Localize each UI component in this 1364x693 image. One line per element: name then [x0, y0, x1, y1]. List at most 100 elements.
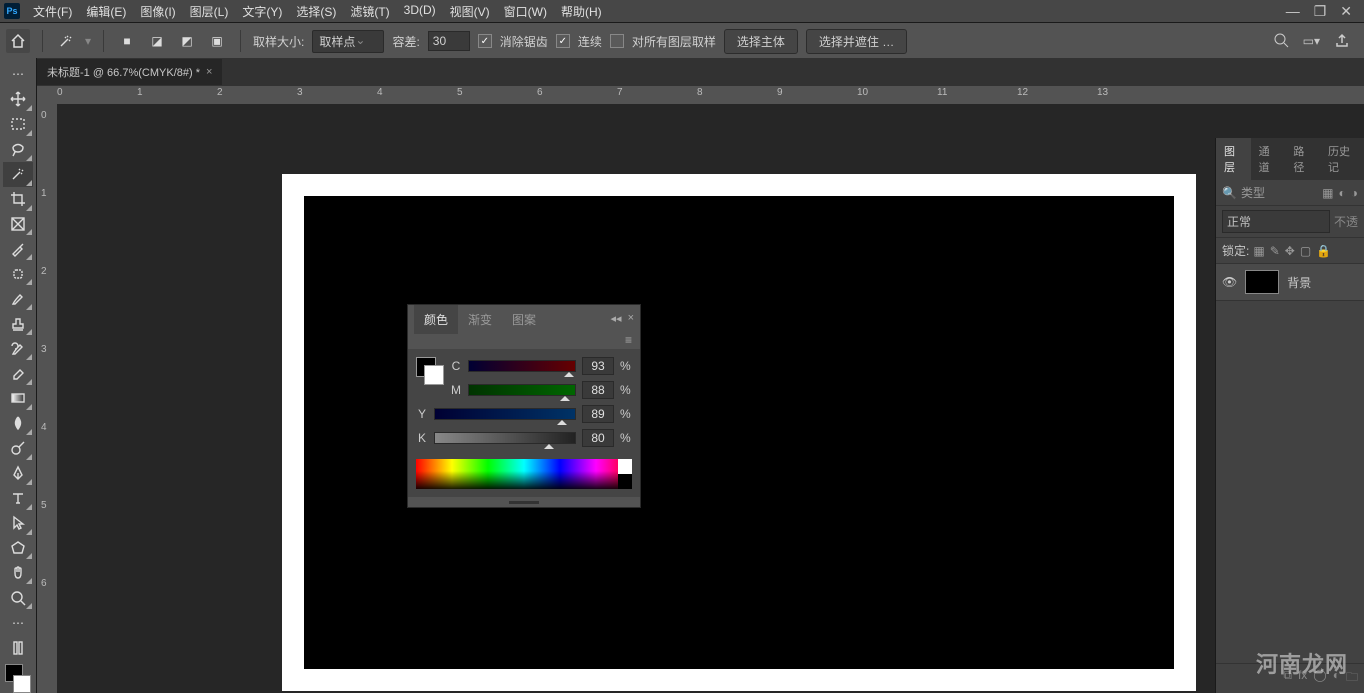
color-spectrum[interactable]: [416, 459, 632, 489]
path-select-tool[interactable]: [3, 511, 33, 536]
healing-tool[interactable]: [3, 261, 33, 286]
lock-pixels-icon[interactable]: ▦: [1253, 244, 1264, 258]
search-icon[interactable]: [1273, 32, 1289, 51]
lasso-tool[interactable]: [3, 137, 33, 162]
menu-item[interactable]: 帮助(H): [554, 3, 609, 20]
antialias-checkbox[interactable]: [478, 34, 492, 48]
panel-tab[interactable]: 图层: [1216, 138, 1251, 180]
layer-fx-icon[interactable]: fx: [1298, 668, 1307, 689]
panel-close-icon[interactable]: ×: [628, 312, 634, 325]
color-panel-tab[interactable]: 图案: [502, 305, 546, 334]
menu-item[interactable]: 窗口(W): [497, 3, 554, 20]
lock-all-icon[interactable]: 🔒: [1316, 244, 1331, 258]
slider-value[interactable]: 88: [582, 381, 614, 399]
slider-value[interactable]: 80: [582, 429, 614, 447]
slider-track[interactable]: [434, 408, 576, 420]
eraser-tool[interactable]: [3, 361, 33, 386]
frame-tool[interactable]: [3, 212, 33, 237]
crop-tool[interactable]: [3, 187, 33, 212]
adjustment-layer-icon[interactable]: ◐: [1333, 668, 1340, 689]
hand-tool[interactable]: [3, 560, 33, 585]
contiguous-checkbox[interactable]: [556, 34, 570, 48]
menu-item[interactable]: 图层(L): [183, 3, 236, 20]
color-panel-tab[interactable]: 颜色: [414, 305, 458, 334]
collapse-icon[interactable]: ⋯: [3, 62, 33, 87]
slider-value[interactable]: 89: [582, 405, 614, 423]
menu-item[interactable]: 3D(D): [397, 3, 443, 20]
panel-tab[interactable]: 通道: [1251, 138, 1286, 180]
layer-row[interactable]: 👁 背景: [1216, 264, 1364, 301]
panel-collapse-icon[interactable]: ◂◂: [611, 312, 622, 325]
brush-tool[interactable]: [3, 286, 33, 311]
canvas-viewport[interactable]: 颜色渐变图案 ◂◂ × ≡ C93%M88%Y89%K80%: [57, 104, 1364, 693]
history-brush-tool[interactable]: [3, 336, 33, 361]
layer-mask-icon[interactable]: ◯: [1313, 668, 1326, 689]
document-tab[interactable]: 未标题-1 @ 66.7%(CMYK/8#) * ×: [37, 59, 222, 85]
menu-item[interactable]: 编辑(E): [79, 3, 133, 20]
edit-toolbar-icon[interactable]: [3, 635, 33, 660]
search-icon[interactable]: 🔍: [1222, 186, 1237, 200]
filter-pixel-icon[interactable]: ▦: [1322, 186, 1333, 200]
tab-close-icon[interactable]: ×: [206, 66, 212, 78]
stamp-tool[interactable]: [3, 311, 33, 336]
visibility-icon[interactable]: 👁: [1222, 275, 1237, 289]
workspace-icon[interactable]: ▭▾: [1303, 34, 1320, 48]
maximize-icon[interactable]: ❐: [1314, 3, 1327, 20]
magic-wand-icon[interactable]: [55, 30, 77, 52]
panel-menu-icon[interactable]: ≡: [625, 333, 632, 347]
all-layers-checkbox[interactable]: [610, 34, 624, 48]
select-and-mask-button[interactable]: 选择并遮住 …: [806, 29, 907, 54]
menu-item[interactable]: 选择(S): [289, 3, 343, 20]
close-icon[interactable]: ✕: [1340, 3, 1352, 20]
color-panel-tab[interactable]: 渐变: [458, 305, 502, 334]
cmyk-slider-row: M88%: [450, 381, 632, 399]
foreground-background-swatch[interactable]: [3, 664, 33, 693]
add-selection-icon[interactable]: ◪: [146, 30, 168, 52]
select-subject-button[interactable]: 选择主体: [724, 29, 798, 54]
filter-more-icon[interactable]: ◑: [1351, 186, 1358, 200]
menu-item[interactable]: 文字(Y): [235, 3, 289, 20]
blur-tool[interactable]: [3, 411, 33, 436]
slider-track[interactable]: [468, 384, 576, 396]
lock-pos-icon[interactable]: ✥: [1285, 244, 1295, 258]
shape-tool[interactable]: [3, 536, 33, 561]
share-icon[interactable]: [1334, 32, 1350, 51]
filter-adjust-icon[interactable]: ◐: [1339, 186, 1346, 200]
menu-item[interactable]: 图像(I): [133, 3, 182, 20]
menu-item[interactable]: 文件(F): [26, 3, 79, 20]
layer-thumbnail[interactable]: [1245, 270, 1279, 294]
lock-brush-icon[interactable]: ✎: [1270, 244, 1280, 258]
link-layers-icon[interactable]: ⧉: [1283, 668, 1292, 689]
panel-tab[interactable]: 路径: [1285, 138, 1320, 180]
eyedropper-tool[interactable]: [3, 236, 33, 261]
slider-track[interactable]: [468, 360, 576, 372]
tolerance-input[interactable]: 30: [428, 31, 470, 51]
color-panel[interactable]: 颜色渐变图案 ◂◂ × ≡ C93%M88%Y89%K80%: [407, 304, 641, 508]
type-tool[interactable]: [3, 486, 33, 511]
pen-tool[interactable]: [3, 461, 33, 486]
minimize-icon[interactable]: —: [1286, 3, 1300, 20]
layer-name[interactable]: 背景: [1287, 274, 1311, 291]
blend-mode-select[interactable]: 正常: [1222, 210, 1330, 233]
menu-item[interactable]: 视图(V): [443, 3, 497, 20]
subtract-selection-icon[interactable]: ◩: [176, 30, 198, 52]
move-tool[interactable]: [3, 87, 33, 112]
sample-size-select[interactable]: 取样点 ⌄: [312, 30, 384, 53]
intersect-selection-icon[interactable]: ▣: [206, 30, 228, 52]
marquee-tool[interactable]: [3, 112, 33, 137]
gradient-tool[interactable]: [3, 386, 33, 411]
lock-artboard-icon[interactable]: ▢: [1300, 244, 1311, 258]
home-button[interactable]: [6, 29, 30, 53]
new-selection-icon[interactable]: ■: [116, 30, 138, 52]
magic-wand-tool[interactable]: [3, 162, 33, 187]
layer-group-icon[interactable]: 🗀: [1346, 668, 1358, 689]
slider-value[interactable]: 93: [582, 357, 614, 375]
dodge-tool[interactable]: [3, 436, 33, 461]
tool-dots[interactable]: ⋯: [3, 610, 33, 635]
panel-tab[interactable]: 历史记: [1320, 138, 1364, 180]
zoom-tool[interactable]: [3, 585, 33, 610]
panel-resize-grip[interactable]: [408, 497, 640, 507]
slider-track[interactable]: [434, 432, 576, 444]
menu-item[interactable]: 滤镜(T): [343, 3, 396, 20]
panel-fgbg-swatch[interactable]: [416, 357, 444, 385]
